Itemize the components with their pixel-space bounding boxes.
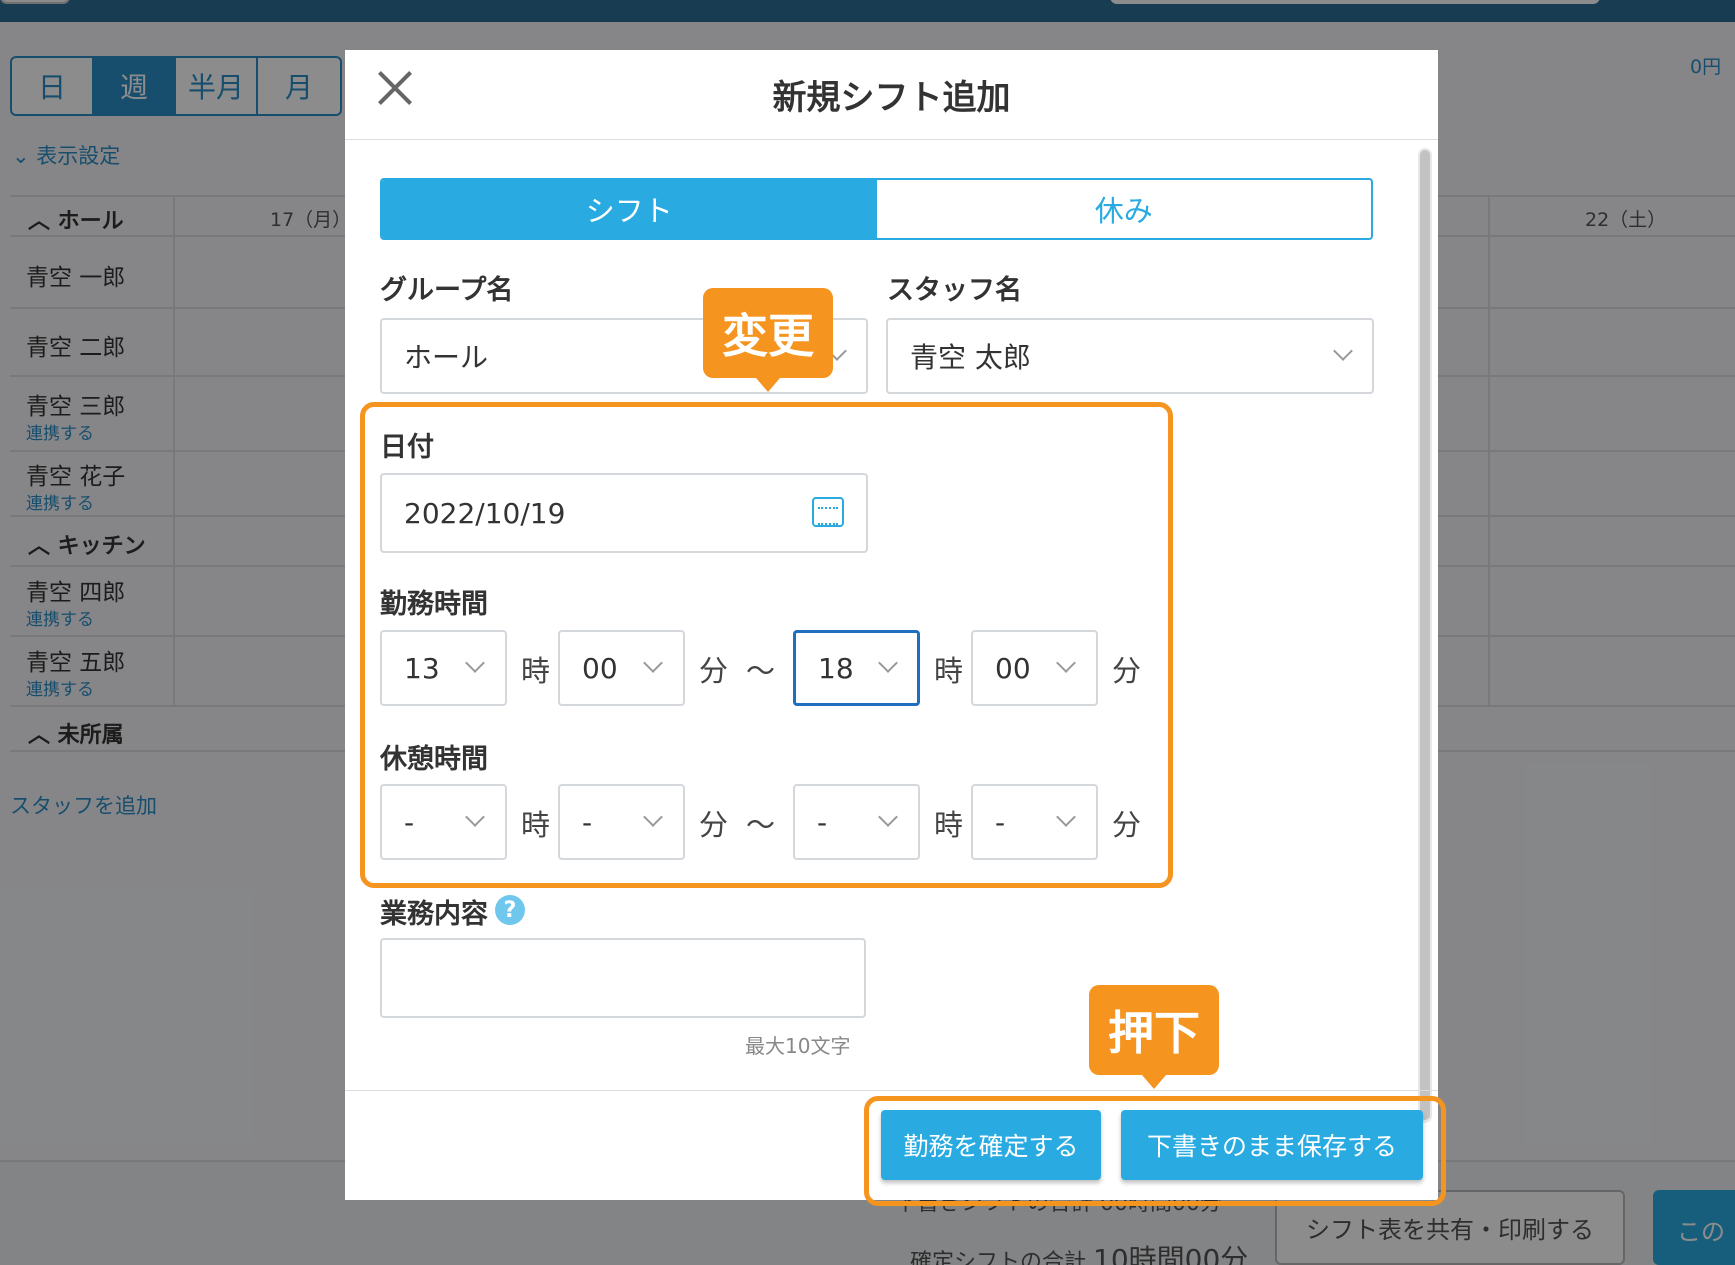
staff-label: スタッフ名 xyxy=(887,275,1022,306)
change-callout-pointer xyxy=(756,378,780,392)
tab-shift[interactable]: シフト xyxy=(382,180,877,238)
task-label: 業務内容 xyxy=(380,899,488,930)
help-icon[interactable]: ? xyxy=(495,895,525,925)
task-max-note: 最大10文字 xyxy=(745,1034,851,1058)
modal-title: 新規シフト追加 xyxy=(772,78,1011,118)
group-label: グループ名 xyxy=(380,275,514,306)
press-callout-pointer xyxy=(1142,1075,1166,1089)
press-callout: 押下 xyxy=(1089,985,1219,1075)
group-select-value: ホール xyxy=(404,341,489,374)
tab-off[interactable]: 休み xyxy=(877,180,1372,238)
task-input[interactable] xyxy=(380,938,866,1018)
staff-select-value: 青空 太郎 xyxy=(910,341,1031,374)
task-label-row: 業務内容 ? xyxy=(380,892,580,932)
shift-type-tabs: シフト 休み xyxy=(380,178,1373,240)
change-callout: 変更 xyxy=(703,288,833,378)
modal-footer-divider xyxy=(345,1090,1438,1091)
press-highlight-box xyxy=(864,1096,1446,1206)
staff-select[interactable]: 青空 太郎 xyxy=(886,318,1374,394)
chevron-down-icon xyxy=(1333,341,1353,361)
modal-header: 新規シフト追加 xyxy=(345,50,1438,140)
scrollbar-thumb[interactable] xyxy=(1420,150,1430,1120)
change-highlight-box xyxy=(360,402,1173,888)
